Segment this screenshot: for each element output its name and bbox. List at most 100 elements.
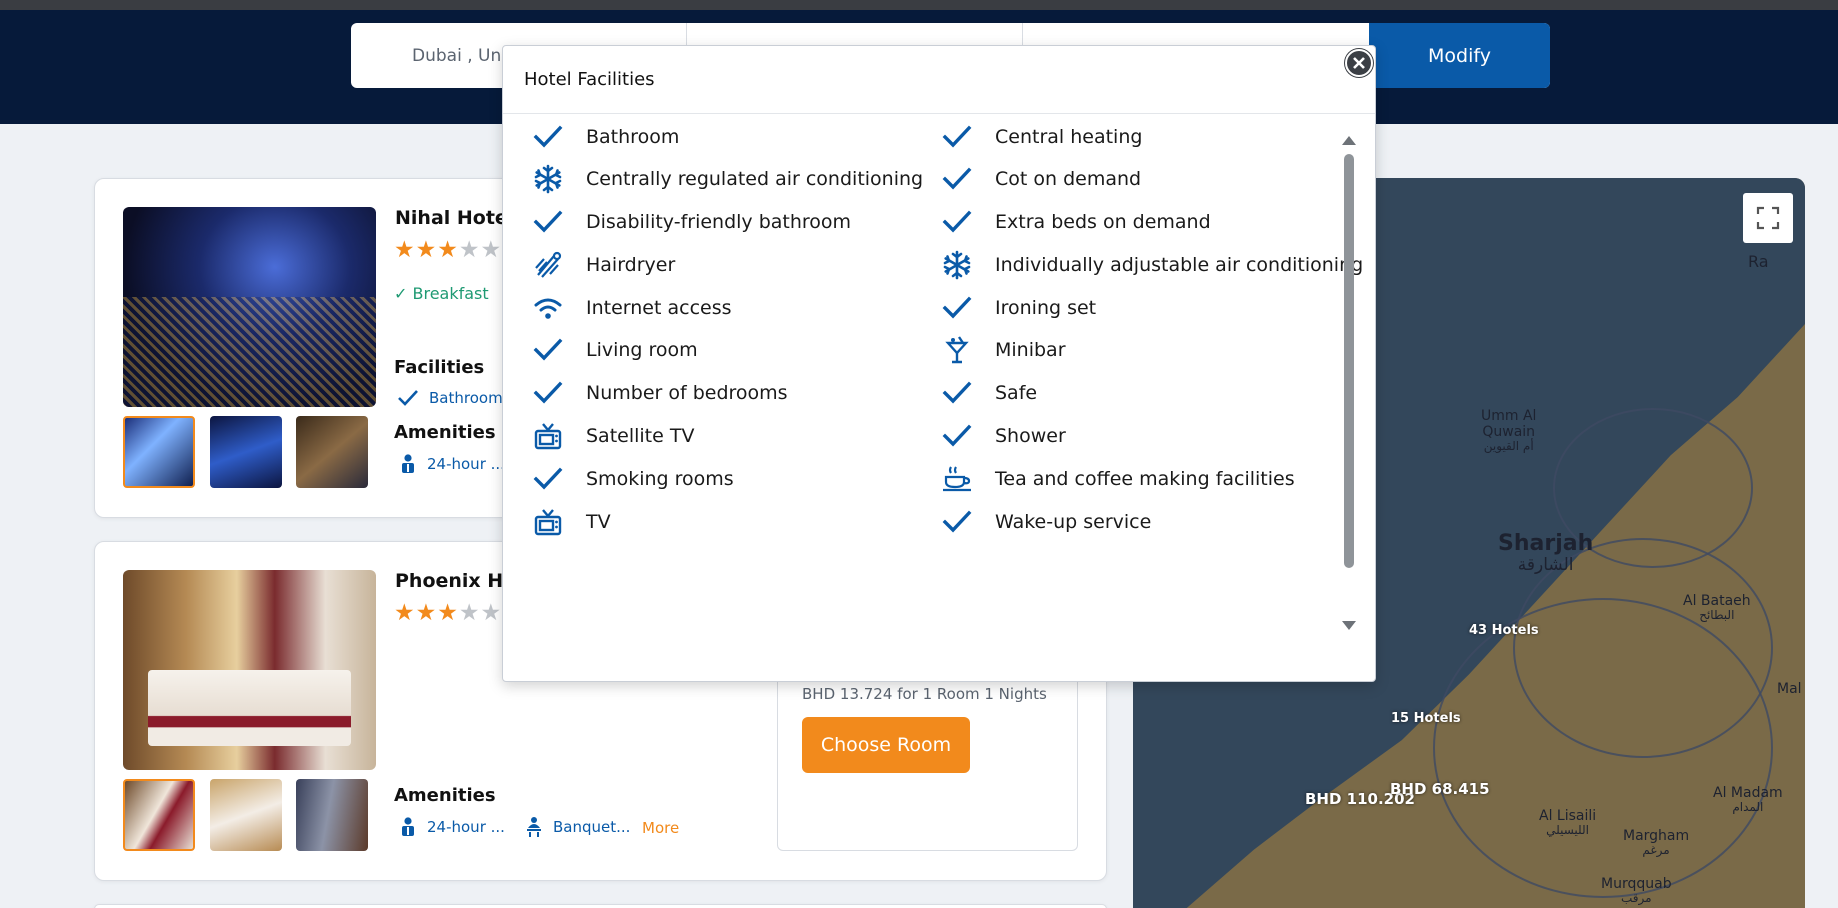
hotel-thumbnail[interactable] <box>296 779 368 851</box>
close-modal-button[interactable] <box>1345 49 1373 77</box>
facility-label: Wake-up service <box>995 511 1152 533</box>
hotel-main-photo[interactable] <box>123 207 376 407</box>
facility-item: Satellite TV <box>528 420 694 452</box>
facility-label: Satellite TV <box>586 425 695 447</box>
amenities-title: Amenities <box>394 422 496 443</box>
check-icon <box>398 390 418 406</box>
map-place-ras: Ra <box>1748 252 1769 271</box>
facility-label: Disability-friendly bathroom <box>586 211 852 233</box>
facility-label: Living room <box>586 339 698 361</box>
facility-item: Disability-friendly bathroom <box>528 206 851 238</box>
check-icon <box>937 377 977 409</box>
map-place-mal: Mal <box>1777 681 1802 697</box>
hotel-thumbnail[interactable] <box>210 416 282 488</box>
scroll-down-arrow[interactable] <box>1342 621 1356 630</box>
facility-label: Tea and coffee making facilities <box>995 468 1295 490</box>
concierge-icon <box>402 817 414 836</box>
check-icon <box>937 163 977 195</box>
amenity-item[interactable]: 24-hour ... <box>399 453 505 475</box>
amenity-item[interactable]: 24-hour ... <box>399 816 505 838</box>
facility-label: Centrally regulated air conditioning <box>586 168 924 190</box>
facility-item: Extra beds on demand <box>937 206 1211 238</box>
facility-item: Internet access <box>528 292 732 324</box>
check-icon: ✓ <box>394 284 413 303</box>
amenity-item[interactable]: Banquet... <box>525 816 630 838</box>
hotel-facilities-modal: Hotel Facilities Bathroom Centrally regul… <box>502 45 1376 682</box>
scroll-up-arrow[interactable] <box>1342 136 1356 145</box>
price-box: BHD 13.724 for 1 Room 1 Nights Choose Ro… <box>777 660 1078 851</box>
hotel-main-photo[interactable] <box>123 570 376 770</box>
scroll-thumb[interactable] <box>1344 154 1354 568</box>
check-icon <box>937 206 977 238</box>
browser-top-strip <box>0 0 1838 10</box>
facility-label: Minibar <box>995 339 1066 361</box>
facility-item: Central heating <box>937 121 1142 153</box>
choose-room-button[interactable]: Choose Room <box>802 717 970 773</box>
facility-label: Extra beds on demand <box>995 211 1211 233</box>
wifi-icon <box>528 292 568 324</box>
teacup-icon <box>937 463 977 495</box>
close-icon <box>1353 57 1365 69</box>
hotel-thumbnail[interactable] <box>123 779 195 851</box>
destination-value: Dubai , Uni <box>412 45 506 66</box>
facility-label: Bathroom <box>586 126 680 148</box>
facility-label: Central heating <box>995 126 1143 148</box>
check-icon <box>528 377 568 409</box>
snowflake-icon <box>937 249 977 281</box>
hotel-thumbnail[interactable] <box>210 779 282 851</box>
facility-label: Individually adjustable air conditioning <box>995 254 1364 276</box>
check-icon <box>528 121 568 153</box>
star-rating: ★★★★★ <box>394 237 503 263</box>
tv-icon <box>528 420 568 452</box>
facility-item: Tea and coffee making facilities <box>937 463 1295 495</box>
facility-label: Internet access <box>586 297 732 319</box>
facility-item: Safe <box>937 377 1037 409</box>
star-rating: ★★★★★ <box>394 600 503 626</box>
facility-item: Centrally regulated air conditioning <box>528 163 923 195</box>
modal-scrollbar[interactable] <box>1342 136 1356 630</box>
facility-label: Cot on demand <box>995 168 1142 190</box>
facility-label: TV <box>586 511 611 533</box>
facility-item: Ironing set <box>937 292 1096 324</box>
modify-search-button[interactable]: Modify <box>1369 23 1550 88</box>
map-place-al-madam: Al Madam المدام <box>1713 785 1783 815</box>
cocktail-icon <box>937 334 977 366</box>
map-place-margham: Margham مرغم <box>1623 828 1690 858</box>
facility-item: Hairdryer <box>528 249 675 281</box>
check-icon <box>937 121 977 153</box>
facility-item: Bathroom <box>528 121 679 153</box>
more-amenities-link[interactable]: More <box>642 819 679 837</box>
facility-label: Ironing set <box>995 297 1097 319</box>
price-pin-marker[interactable]: BHD 68.415 <box>1390 780 1490 798</box>
hotel-thumbnail[interactable] <box>296 416 368 488</box>
fullscreen-button[interactable] <box>1743 193 1793 243</box>
facility-preview[interactable]: Bathroom <box>397 389 503 407</box>
check-icon <box>937 506 977 538</box>
facility-item: Living room <box>528 334 698 366</box>
facility-item: Wake-up service <box>937 506 1151 538</box>
hotel-cluster-marker[interactable]: 43 Hotels <box>1469 623 1539 638</box>
check-icon <box>528 463 568 495</box>
map-place-umm-al-quwain: Umm Al Quwain أم القيوين <box>1481 408 1537 454</box>
hotel-thumbnail[interactable] <box>123 416 195 488</box>
amenities-title: Amenities <box>394 785 496 806</box>
facility-label: Number of bedrooms <box>586 382 788 404</box>
hotel-card <box>94 904 1107 908</box>
map-place-sharjah: Sharjah الشارقة <box>1498 531 1594 576</box>
banquet-icon <box>527 817 541 837</box>
hotel-name[interactable]: Nihal Hotel <box>395 207 514 229</box>
facility-item: Cot on demand <box>937 163 1141 195</box>
check-icon <box>937 420 977 452</box>
facility-label: Smoking rooms <box>586 468 734 490</box>
facility-item: Smoking rooms <box>528 463 734 495</box>
facility-item: Individually adjustable air conditioning <box>937 249 1363 281</box>
breakfast-badge: ✓ Breakfast <box>394 284 489 303</box>
facility-label: Safe <box>995 382 1038 404</box>
facilities-title: Facilities <box>394 357 485 378</box>
hotel-cluster-marker[interactable]: 15 Hotels <box>1391 711 1461 726</box>
facility-item: Minibar <box>937 334 1066 366</box>
facility-item: Number of bedrooms <box>528 377 788 409</box>
check-icon <box>937 292 977 324</box>
map-place-al-bataeh: Al Bataeh البطائح <box>1683 593 1751 623</box>
facility-label: Hairdryer <box>586 254 676 276</box>
